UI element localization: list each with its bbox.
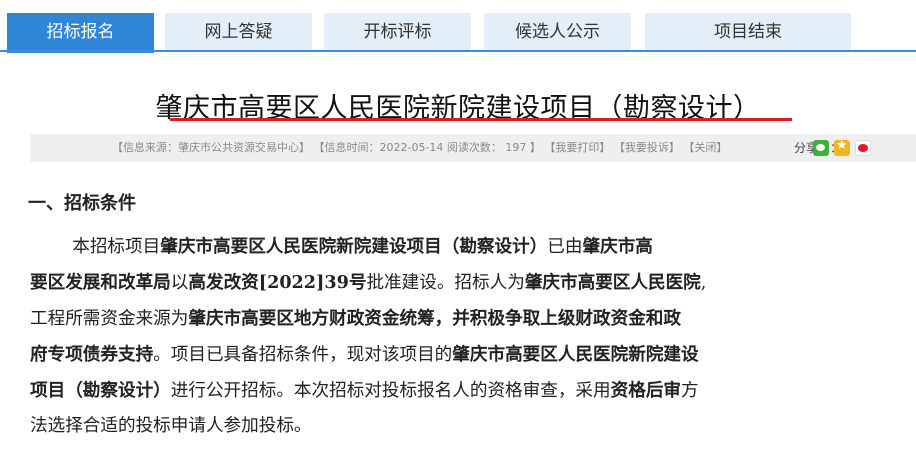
title-underline [170,118,792,121]
info-source: 【信息来源：肇庆市公共资源交易中心】 [112,141,310,154]
text: 批准建设。招标人为 [366,273,525,293]
paragraph-line: 项目（勘察设计）进行公开招标。本次招标对投标报名人的资格审查，采用资格后审方 [30,373,787,409]
text: 。项目已具备招标条件，现对该项目的 [153,345,453,365]
text: 选择合适的投标申请人参加投标。 [47,416,312,436]
bold-text: 肇庆市高要区地方财政资金统筹，并积极争取上级财政资金和政 [188,308,681,329]
complain-link[interactable]: 【我要投诉】 [614,141,680,154]
paragraph-line: 工程所需资金来源为肇庆市高要区地方财政资金统筹，并积极争取上级财政资金和政 [30,301,787,337]
bold-text: 肇庆市高要区人民医院新院建设项目（勘察设计） [160,236,548,257]
paragraph-line: 本招标项目肇庆市高要区人民医院新院建设项目（勘察设计）已由肇庆市高 [30,229,787,265]
bold-text: 肇庆市高 [582,236,653,257]
bold-text: 肇庆市高要区人民医院 [524,272,701,293]
text: 法 [30,416,48,436]
text: 以 [170,273,189,293]
tab-bid-opening-evaluation[interactable]: 开标评标 [324,13,471,51]
text: 进行公开招标。本次招标对投标报名人的资格审查，采用 [170,381,611,401]
text: 本招标项目 [72,237,161,257]
section-paragraph: 本招标项目肇庆市高要区人民医院新院建设项目（勘察设计）已由肇庆市高 要区发展和改革… [30,229,787,444]
tab-online-qa[interactable]: 网上答疑 [165,13,312,51]
section-heading: 一、招标条件 [28,193,136,214]
text: , [700,273,707,293]
bold-text: 高发改资[2022]39号 [188,272,367,293]
meta-line: 【信息来源：肇庆市公共资源交易中心】 【信息时间：2022-05-14 阅读次数… [112,134,727,162]
print-link[interactable]: 【我要打印】 [544,141,610,154]
tab-candidate-publicity[interactable]: 候选人公示 [484,13,631,51]
wechat-share-icon[interactable] [813,140,829,156]
text: 方 [681,381,699,401]
text: 工程所需资金来源为 [30,309,189,329]
bold-text: 肇庆市高要区人民医院新院建设 [452,344,699,365]
bold-text: 要区发展和改革局 [30,272,171,293]
tab-bar: 招标报名 网上答疑 开标评标 候选人公示 项目结束 [0,0,916,56]
qzone-share-icon[interactable] [834,138,850,156]
paragraph-line: 要区发展和改革局以高发改资[2022]39号批准建设。招标人为肇庆市高要区人民医… [30,265,787,301]
text: 已由 [547,237,583,257]
bold-text: 资格后审 [610,380,682,401]
bold-text: 府专项债券支持 [30,344,154,365]
info-bar: 【信息来源：肇庆市公共资源交易中心】 【信息时间：2022-05-14 阅读次数… [30,134,916,162]
tab-bidding-registration[interactable]: 招标报名 [7,13,154,53]
paragraph-line: 府专项债券支持。项目已具备招标条件，现对该项目的肇庆市高要区人民医院新院建设 [30,337,787,373]
tab-project-closed[interactable]: 项目结束 [645,13,851,51]
paragraph-line: 法选择合适的投标申请人参加投标。 [30,409,787,444]
info-time: 【信息时间：2022-05-14 阅读次数： 197 】 [313,141,541,154]
tab-underline [0,50,916,52]
close-link[interactable]: 【关闭】 [683,141,727,154]
weibo-share-icon[interactable] [855,140,871,156]
bold-text: 项目（勘察设计） [30,380,171,401]
